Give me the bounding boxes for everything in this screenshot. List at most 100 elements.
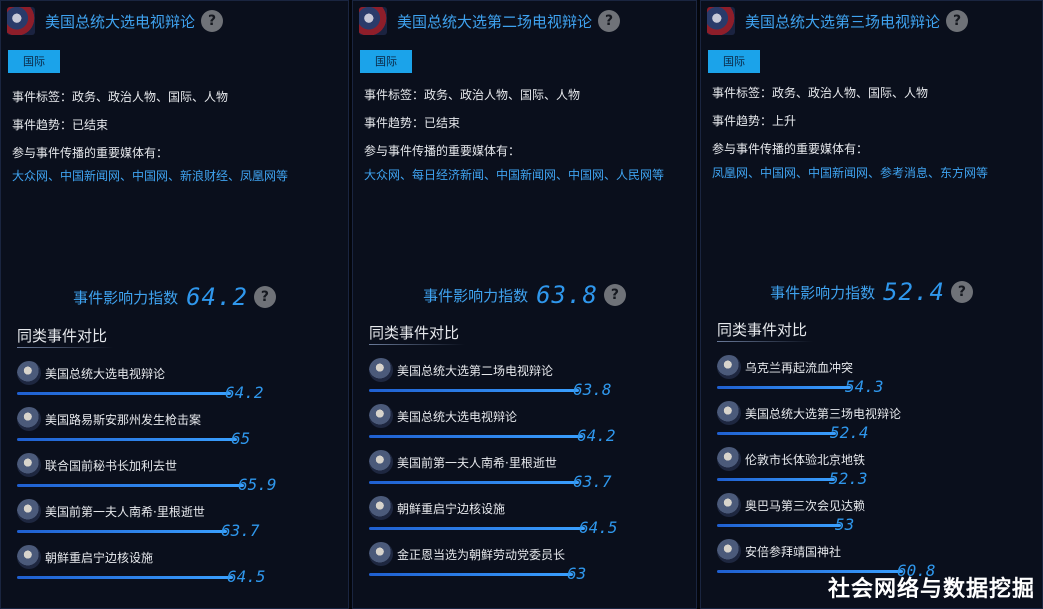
compare-row[interactable]: 美国总统大选电视辩论 64.2	[369, 404, 616, 450]
help-icon[interactable]: ?	[950, 281, 973, 303]
compare-event-name[interactable]: 朝鲜重启宁边核设施	[397, 500, 505, 517]
compare-divider	[369, 344, 465, 345]
compare-event-name[interactable]: 联合国前秘书长加利去世	[45, 457, 177, 474]
compare-bar	[17, 576, 233, 579]
compare-event-name[interactable]: 美国路易斯安那州发生枪击案	[45, 411, 201, 428]
compare-event-name[interactable]: 朝鲜重启宁边核设施	[45, 549, 153, 566]
compare-bar	[369, 435, 583, 438]
event-panel-3: 美国总统大选第三场电视辩论 ? 国际 事件标签：政务、政治人物、国际、人物 事件…	[700, 0, 1043, 609]
event-title[interactable]: 美国总统大选第三场电视辩论	[745, 11, 940, 32]
compare-bar	[369, 573, 573, 576]
compare-value: 64.5	[579, 518, 618, 537]
compare-value: 64.2	[577, 426, 616, 445]
compare-bar	[369, 527, 585, 530]
compare-value: 65.9	[238, 475, 277, 494]
compare-row[interactable]: 朝鲜重启宁边核设施 64.5	[369, 496, 618, 542]
compare-bar	[717, 432, 836, 435]
compare-event-name[interactable]: 美国前第一夫人南希·里根逝世	[45, 503, 205, 520]
compare-event-name[interactable]: 美国总统大选第二场电视辩论	[397, 362, 553, 379]
compare-row[interactable]: 联合国前秘书长加利去世 65.9	[17, 453, 277, 499]
impact-label: 事件影响力指数	[73, 288, 179, 307]
impact-value: 63.8	[536, 281, 598, 309]
impact-index: 事件影响力指数 64.2 ?	[1, 283, 348, 311]
event-panel-1: 美国总统大选电视辩论 ? 国际 事件标签：政务、政治人物、国际、人物 事件趋势：…	[0, 0, 349, 609]
media-list[interactable]: 大众网、每日经济新闻、中国新闻网、中国网、人民网等	[364, 167, 689, 184]
compare-bar	[17, 530, 227, 533]
compare-event-name[interactable]: 美国总统大选第三场电视辩论	[745, 405, 901, 422]
compare-event-name[interactable]: 乌克兰再起流血冲突	[745, 359, 853, 376]
compare-value: 52.4	[830, 423, 869, 442]
event-trend: 事件趋势：已结束	[12, 118, 109, 132]
event-avatar	[17, 361, 41, 385]
compare-event-name[interactable]: 金正恩当选为朝鲜劳动党委员长	[397, 546, 565, 563]
help-icon[interactable]: ?	[946, 10, 969, 32]
compare-event-name[interactable]: 奥巴马第三次会见达赖	[745, 497, 865, 514]
compare-row[interactable]: 美国前第一夫人南希·里根逝世 63.7	[369, 450, 612, 496]
media-label: 参与事件传播的重要媒体有：	[712, 142, 869, 156]
compare-value: 63.7	[221, 521, 260, 540]
compare-title: 同类事件对比	[369, 324, 460, 342]
compare-bar	[369, 481, 579, 484]
compare-value: 53	[835, 515, 855, 534]
compare-value: 65	[231, 429, 251, 448]
event-avatar	[369, 542, 393, 566]
event-panel-2: 美国总统大选第二场电视辩论 ? 国际 事件标签：政务、政治人物、国际、人物 事件…	[352, 0, 697, 609]
event-thumbnail	[707, 7, 735, 35]
impact-index: 事件影响力指数 52.4 ?	[701, 278, 1042, 306]
compare-row[interactable]: 美国前第一夫人南希·里根逝世 63.7	[17, 499, 260, 545]
media-list[interactable]: 凤凰网、中国网、中国新闻网、参考消息、东方网等	[712, 165, 1037, 182]
impact-value: 52.4	[883, 278, 945, 306]
event-avatar	[717, 355, 741, 379]
panel-header: 美国总统大选第三场电视辩论 ?	[707, 7, 969, 35]
event-title[interactable]: 美国总统大选第二场电视辩论	[397, 11, 592, 32]
event-tags: 事件标签：政务、政治人物、国际、人物	[12, 90, 229, 104]
event-avatar	[717, 447, 741, 471]
help-icon[interactable]: ?	[603, 284, 626, 306]
impact-label: 事件影响力指数	[423, 286, 529, 305]
compare-row[interactable]: 奥巴马第三次会见达赖 53	[717, 493, 957, 539]
category-tag[interactable]: 国际	[708, 50, 760, 73]
compare-divider	[17, 347, 113, 348]
compare-value: 63.8	[573, 380, 612, 399]
category-tag[interactable]: 国际	[8, 50, 60, 73]
event-avatar	[17, 545, 41, 569]
help-icon[interactable]: ?	[201, 10, 224, 32]
event-avatar	[17, 499, 41, 523]
compare-row[interactable]: 金正恩当选为朝鲜劳动党委员长 63	[369, 542, 609, 588]
compare-row[interactable]: 朝鲜重启宁边核设施 64.5	[17, 545, 266, 591]
event-title[interactable]: 美国总统大选电视辩论	[45, 11, 195, 32]
event-avatar	[17, 407, 41, 431]
compare-row[interactable]: 美国总统大选电视辩论 64.2	[17, 361, 264, 407]
event-avatar	[717, 401, 741, 425]
compare-value: 54.3	[845, 377, 884, 396]
compare-event-name[interactable]: 安倍参拜靖国神社	[745, 543, 841, 560]
help-icon[interactable]: ?	[598, 10, 621, 32]
compare-title: 同类事件对比	[17, 327, 108, 345]
media-list[interactable]: 大众网、中国新闻网、中国网、新浪财经、凤凰网等	[12, 168, 337, 185]
compare-row[interactable]: 美国路易斯安那州发生枪击案 65	[17, 407, 257, 453]
compare-row[interactable]: 伦敦市长体验北京地铁 52.3	[717, 447, 957, 493]
compare-bar	[369, 389, 579, 392]
media-label: 参与事件传播的重要媒体有：	[12, 146, 169, 160]
event-avatar	[717, 493, 741, 517]
event-tags: 事件标签：政务、政治人物、国际、人物	[364, 88, 581, 102]
event-trend: 事件趋势：上升	[712, 114, 797, 128]
event-trend: 事件趋势：已结束	[364, 116, 461, 130]
compare-event-name[interactable]: 伦敦市长体验北京地铁	[745, 451, 865, 468]
event-avatar	[369, 450, 393, 474]
event-thumbnail	[359, 7, 387, 35]
compare-row[interactable]: 乌克兰再起流血冲突 54.3	[717, 355, 957, 401]
category-tag[interactable]: 国际	[360, 50, 412, 73]
event-tags: 事件标签：政务、政治人物、国际、人物	[712, 86, 929, 100]
help-icon[interactable]: ?	[253, 286, 276, 308]
event-avatar	[369, 404, 393, 428]
compare-event-name[interactable]: 美国总统大选电视辩论	[45, 365, 165, 382]
panel-header: 美国总统大选第二场电视辩论 ?	[359, 7, 621, 35]
compare-row[interactable]: 美国总统大选第三场电视辩论 52.4	[717, 401, 957, 447]
compare-event-name[interactable]: 美国总统大选电视辩论	[397, 408, 517, 425]
event-thumbnail	[7, 7, 35, 35]
compare-bar	[17, 438, 237, 441]
compare-row[interactable]: 美国总统大选第二场电视辩论 63.8	[369, 358, 612, 404]
compare-event-name[interactable]: 美国前第一夫人南希·里根逝世	[397, 454, 557, 471]
compare-value: 64.5	[227, 567, 266, 586]
